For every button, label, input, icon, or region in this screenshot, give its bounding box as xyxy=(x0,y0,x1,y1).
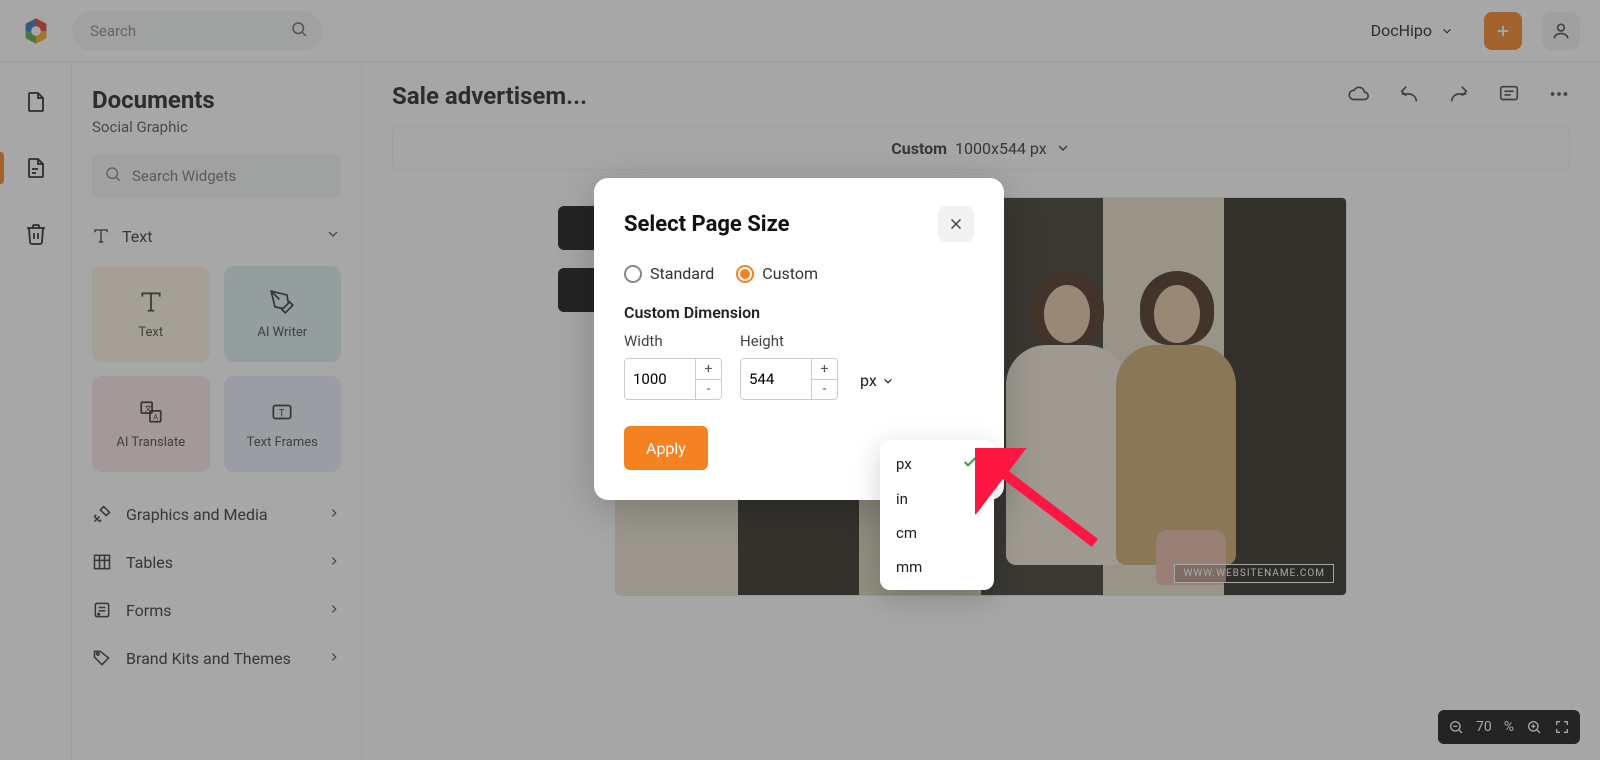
unit-in-label: in xyxy=(896,490,908,508)
close-icon xyxy=(947,215,965,233)
unit-cm-label: cm xyxy=(896,524,917,542)
check-icon xyxy=(962,454,978,474)
unit-option-mm[interactable]: mm xyxy=(880,550,994,584)
width-label: Width xyxy=(624,332,722,350)
modal-title: Select Page Size xyxy=(624,212,790,237)
radio-dot xyxy=(624,265,642,283)
height-input[interactable] xyxy=(741,359,811,399)
unit-selected-label: px xyxy=(860,371,877,390)
unit-mm-label: mm xyxy=(896,558,922,576)
height-step-up[interactable]: + xyxy=(812,359,837,380)
unit-option-in[interactable]: in xyxy=(880,482,994,516)
apply-button[interactable]: Apply xyxy=(624,426,708,470)
radio-custom[interactable]: Custom xyxy=(736,264,818,283)
unit-option-px[interactable]: px xyxy=(880,446,994,482)
unit-selector[interactable]: px xyxy=(856,361,899,400)
radio-dot xyxy=(736,265,754,283)
width-input-wrap: + - xyxy=(624,358,722,400)
custom-dimension-label: Custom Dimension xyxy=(624,303,974,322)
width-input[interactable] xyxy=(625,359,695,399)
height-step-down[interactable]: - xyxy=(812,380,837,400)
chevron-down-icon xyxy=(881,374,895,388)
width-step-up[interactable]: + xyxy=(696,359,721,380)
unit-px-label: px xyxy=(896,455,912,473)
unit-option-cm[interactable]: cm xyxy=(880,516,994,550)
height-input-wrap: + - xyxy=(740,358,838,400)
close-button[interactable] xyxy=(938,206,974,242)
radio-custom-label: Custom xyxy=(762,264,818,283)
width-step-down[interactable]: - xyxy=(696,380,721,400)
unit-dropdown: px in cm mm xyxy=(880,440,994,590)
radio-standard-label: Standard xyxy=(650,264,714,283)
height-label: Height xyxy=(740,332,838,350)
radio-standard[interactable]: Standard xyxy=(624,264,714,283)
